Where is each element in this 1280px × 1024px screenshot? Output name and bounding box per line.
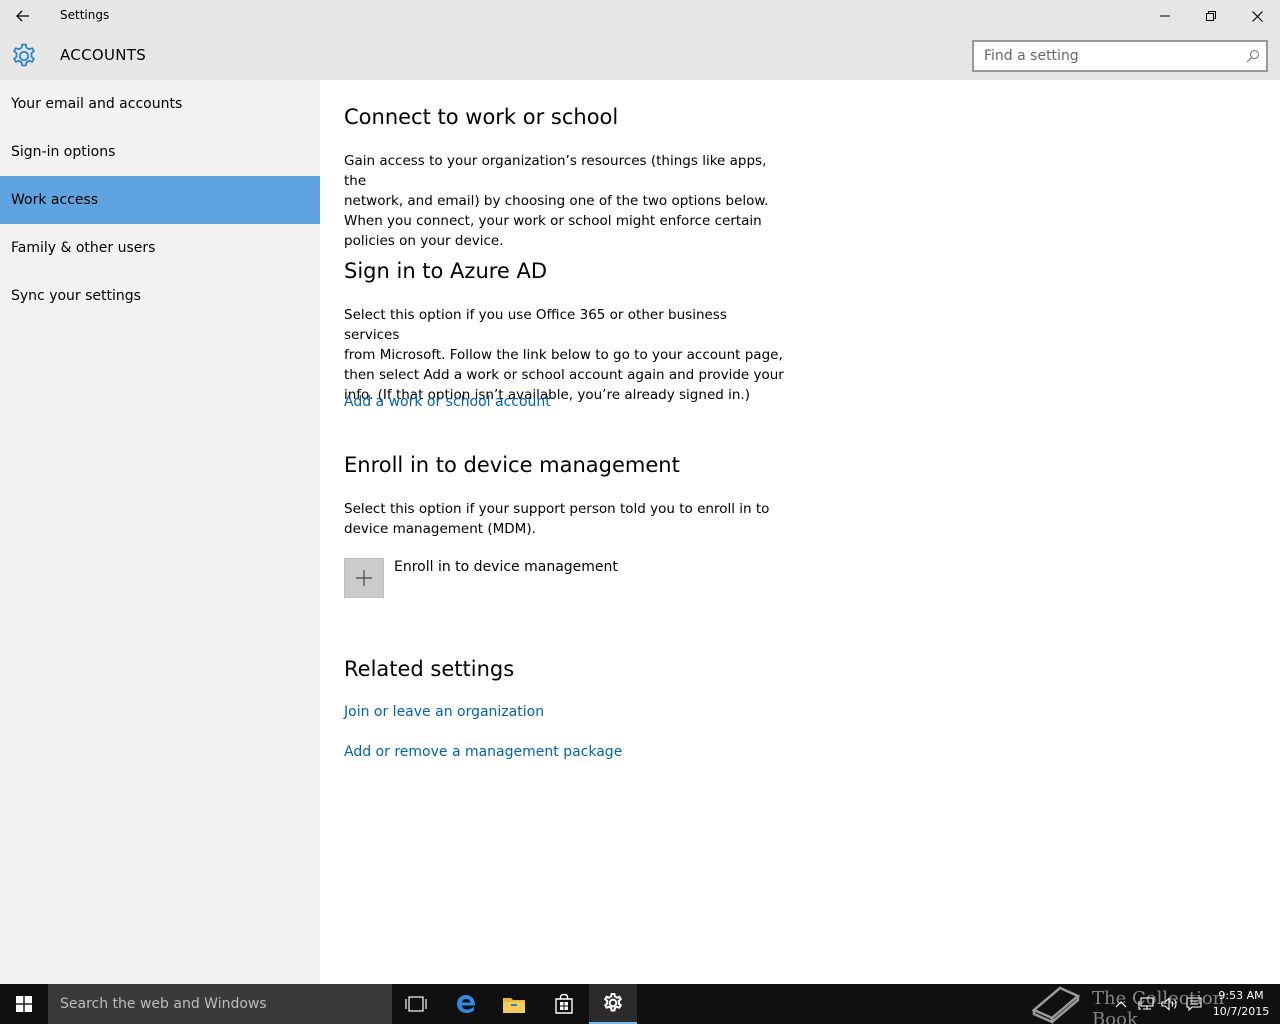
sidebar-item-email-accounts[interactable]: Your email and accounts (0, 80, 320, 128)
task-view-button[interactable] (392, 984, 440, 1024)
restore-icon (1206, 11, 1216, 21)
add-work-school-account-link[interactable]: Add a work or school account (344, 394, 551, 410)
taskbar: The Collection Book 9:53 AM 10/7/2015 (0, 984, 1280, 1024)
back-button[interactable] (0, 0, 46, 32)
settings-header: ACCOUNTS (0, 32, 1280, 80)
network-button[interactable] (1134, 984, 1158, 1024)
minimize-icon (1160, 15, 1170, 17)
sidebar-item-sign-in-options[interactable]: Sign-in options (0, 128, 320, 176)
file-explorer-button[interactable] (490, 984, 538, 1024)
close-icon (1251, 10, 1263, 22)
window-title: Settings (60, 8, 110, 22)
connect-line: network, and email) by choosing one of t… (344, 193, 769, 209)
connect-line: When you connect, your work or school mi… (344, 213, 762, 229)
join-leave-organization-link[interactable]: Join or leave an organization (344, 704, 544, 720)
volume-button[interactable] (1158, 984, 1182, 1024)
connect-line: Gain access to your organization’s resou… (344, 153, 767, 189)
azure-heading: Sign in to Azure AD (344, 259, 548, 283)
sidebar-item-work-access[interactable]: Work access (0, 176, 320, 224)
taskbar-search-input[interactable] (48, 984, 392, 1024)
enroll-line: Select this option if your support perso… (344, 501, 770, 517)
enroll-line: device management (MDM). (344, 521, 536, 537)
search-input[interactable] (974, 42, 1238, 70)
azure-line: Select this option if you use Office 365… (344, 307, 727, 343)
action-center-button[interactable] (1182, 984, 1206, 1024)
azure-description: Select this option if you use Office 365… (344, 305, 784, 405)
plus-icon (356, 570, 372, 586)
store-button[interactable] (540, 984, 588, 1024)
add-remove-management-package-link[interactable]: Add or remove a management package (344, 744, 622, 760)
connect-heading: Connect to work or school (344, 105, 619, 129)
folder-icon (503, 998, 525, 1013)
close-button[interactable] (1234, 0, 1280, 32)
show-hidden-icons-button[interactable] (1110, 984, 1132, 1024)
connect-description: Gain access to your organization’s resou… (344, 151, 784, 251)
windows-logo-icon (16, 996, 32, 1012)
task-view-icon (405, 996, 427, 1012)
network-icon (1138, 997, 1154, 1010)
connect-line: policies on your device. (344, 233, 504, 249)
azure-line: then select Add a work or school account… (344, 367, 784, 383)
edge-icon (457, 995, 476, 1013)
enroll-device-management-label[interactable]: Enroll in to device management (394, 559, 618, 575)
azure-line: from Microsoft. Follow the link below to… (344, 347, 783, 363)
book-icon (1031, 986, 1081, 1024)
gear-icon (13, 43, 35, 67)
clock[interactable]: 9:53 AM 10/7/2015 (1206, 988, 1276, 1020)
enroll-device-management-button[interactable] (344, 558, 384, 598)
related-settings-heading: Related settings (344, 657, 515, 681)
search-box[interactable] (972, 40, 1268, 72)
enroll-description: Select this option if your support perso… (344, 499, 784, 539)
start-button[interactable] (0, 984, 48, 1024)
clock-time: 9:53 AM (1218, 989, 1264, 1002)
edge-browser-button[interactable] (442, 984, 490, 1024)
title-bar: Settings (0, 0, 1280, 32)
clock-date: 10/7/2015 (1212, 1005, 1270, 1018)
speaker-icon (1161, 997, 1177, 1011)
back-arrow-icon (16, 10, 29, 22)
section-title: ACCOUNTS (60, 46, 147, 64)
minimize-button[interactable] (1142, 0, 1188, 32)
search-icon[interactable] (1246, 49, 1260, 63)
main-content: Connect to work or school Gain access to… (320, 80, 1280, 984)
settings-taskbar-button[interactable] (589, 984, 637, 1024)
sidebar: Your email and accounts Sign-in options … (0, 80, 320, 984)
enroll-heading: Enroll in to device management (344, 453, 680, 477)
restore-button[interactable] (1188, 0, 1234, 32)
chevron-up-icon (1115, 1001, 1127, 1008)
sidebar-item-family-users[interactable]: Family & other users (0, 224, 320, 272)
store-bag-icon (555, 993, 573, 1014)
message-icon (1186, 997, 1202, 1011)
sidebar-item-sync-settings[interactable]: Sync your settings (0, 272, 320, 320)
settings-gear-icon (603, 992, 623, 1012)
